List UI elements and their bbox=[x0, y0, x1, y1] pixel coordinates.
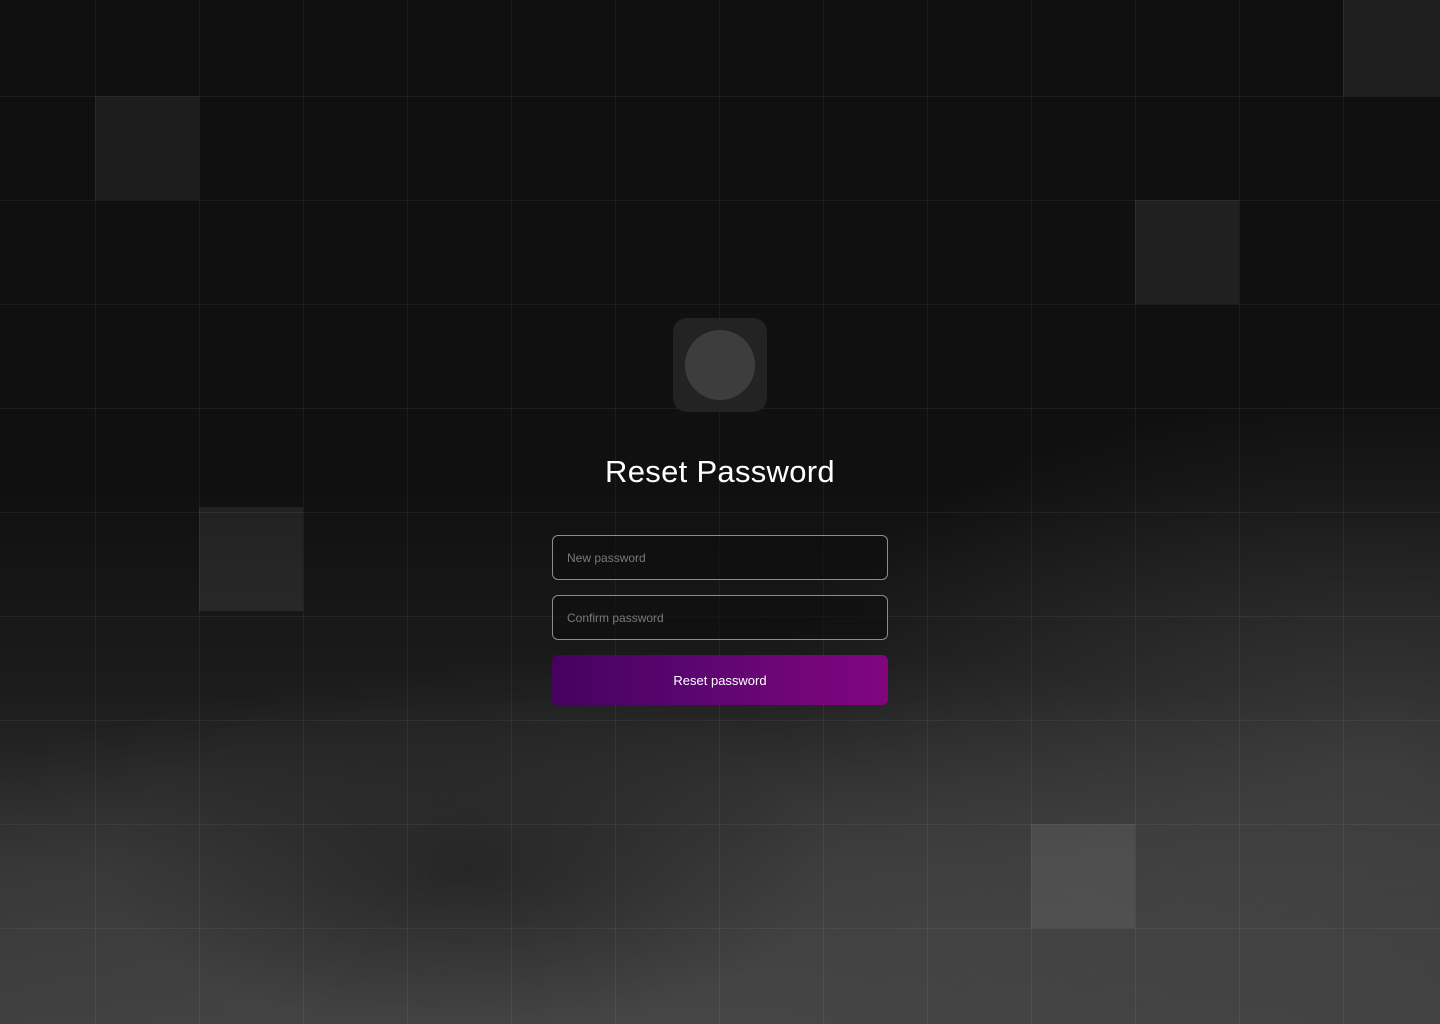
new-password-field[interactable] bbox=[552, 535, 888, 580]
app-logo bbox=[673, 318, 767, 412]
page-title: Reset Password bbox=[605, 454, 835, 489]
circle-logo-icon bbox=[685, 330, 755, 400]
reset-password-button[interactable]: Reset password bbox=[552, 655, 888, 705]
background-grid bbox=[0, 0, 1440, 1024]
confirm-password-field[interactable] bbox=[552, 595, 888, 640]
page-background bbox=[0, 0, 1440, 1024]
